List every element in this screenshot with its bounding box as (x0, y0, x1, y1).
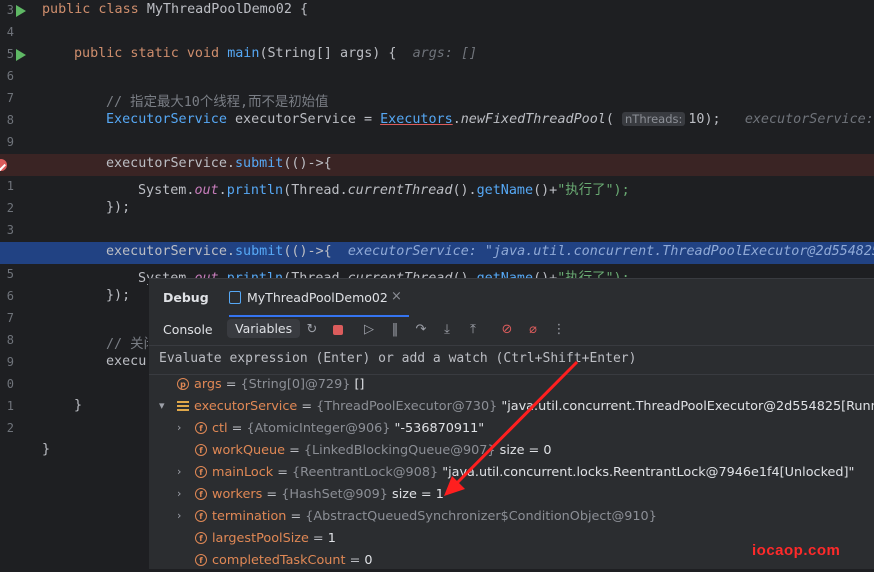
arrow-shaft (453, 360, 579, 487)
annotation-arrow (444, 360, 579, 496)
watermark: iocaop.com (752, 542, 841, 559)
